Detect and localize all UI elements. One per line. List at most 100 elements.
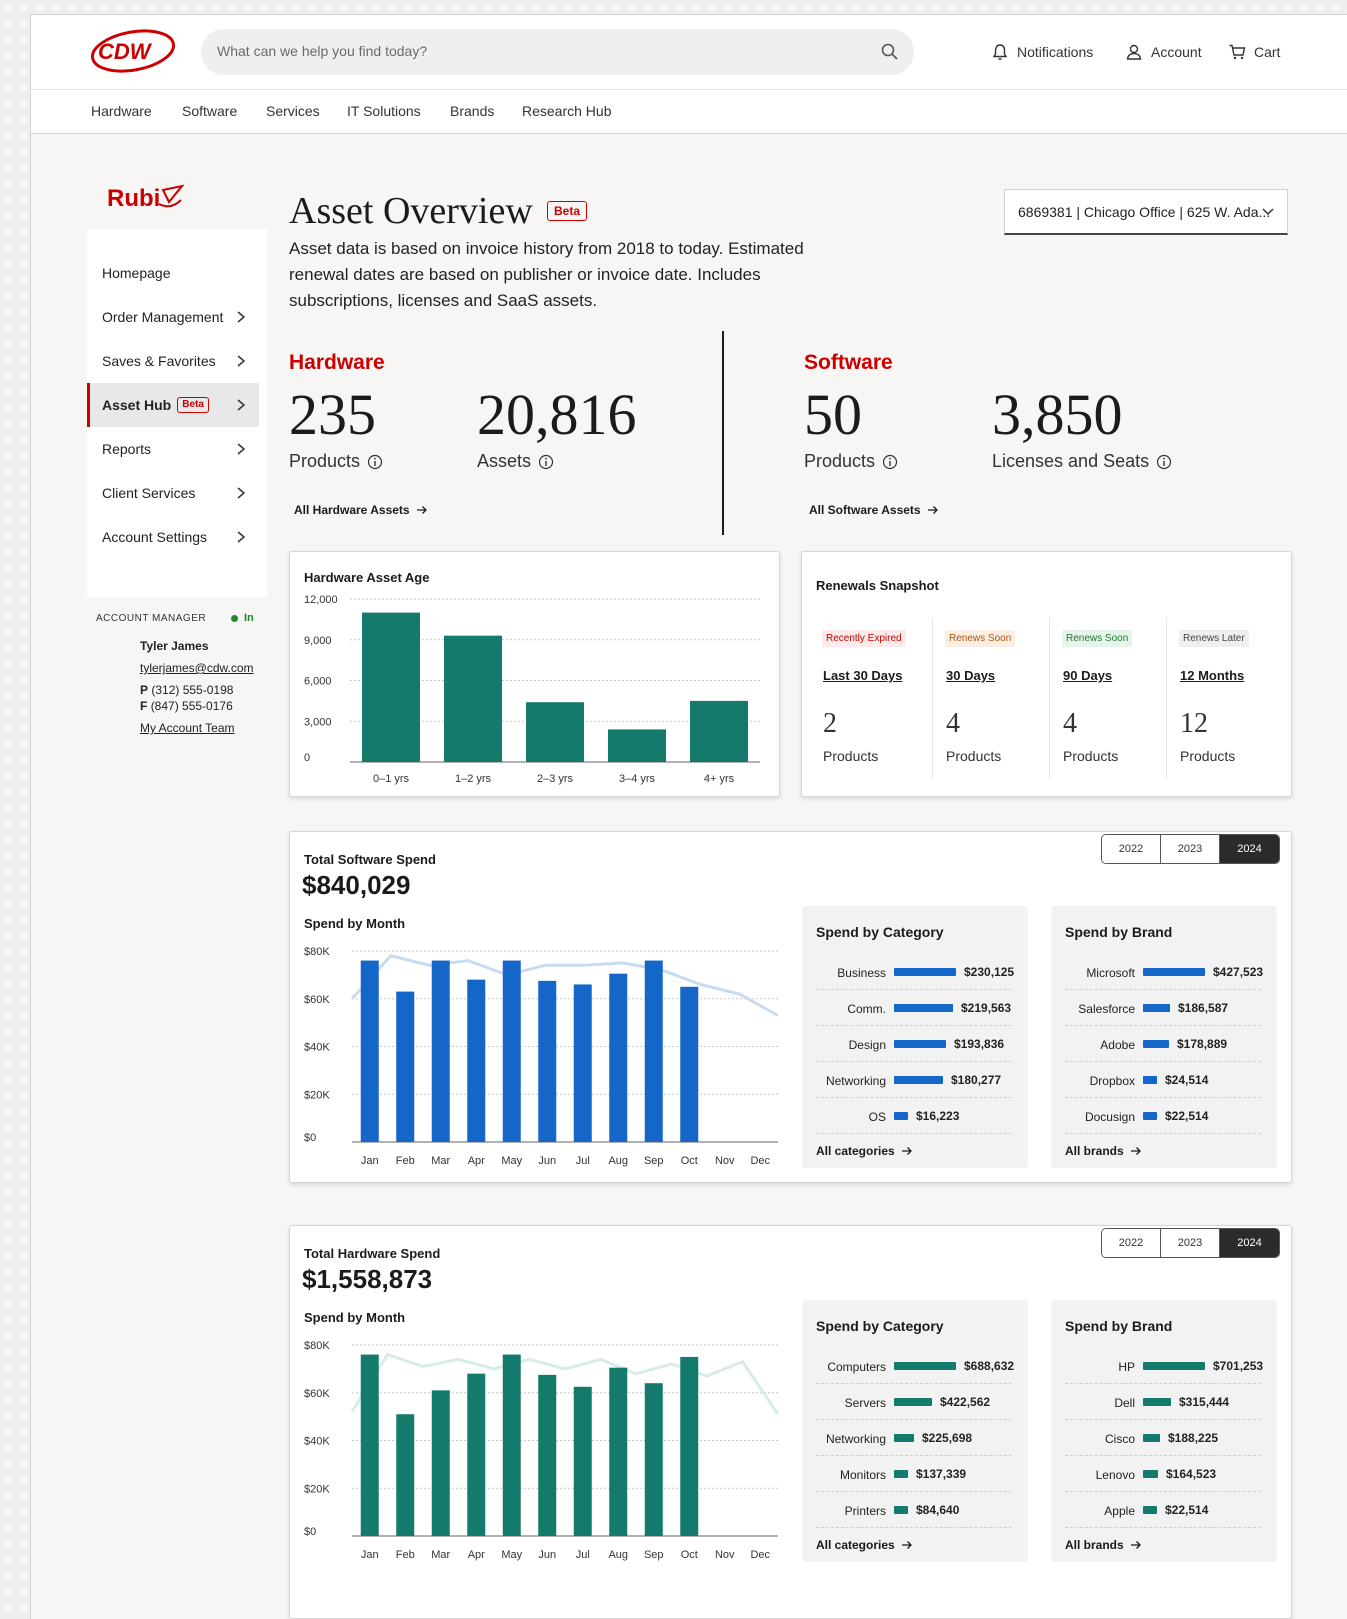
spend-row[interactable]: Computers $688,632 [816, 1348, 1015, 1384]
sidebar-item-asset-hub[interactable]: Asset Hub Beta [87, 383, 259, 427]
sidebar-item-saves-favorites[interactable]: Saves & Favorites [87, 339, 259, 383]
page-intro: Asset data is based on invoice history f… [289, 239, 804, 310]
info-icon[interactable] [367, 454, 383, 470]
renewal-col-12-months[interactable]: Renews Later 12 Months 12 Products [1179, 618, 1284, 778]
nav-hardware[interactable]: Hardware [91, 103, 152, 119]
spend-row[interactable]: Dell $315,444 [1065, 1384, 1261, 1420]
sidebar-item-label: Client Services [102, 485, 196, 501]
year-tab-2022[interactable]: 2022 [1102, 1229, 1161, 1257]
sidebar-menu: Homepage Order Management Saves & Favori… [87, 229, 267, 597]
chart-bar [609, 1367, 628, 1536]
chart-bar [396, 1414, 415, 1536]
spend-row[interactable]: Monitors $137,339 [816, 1456, 1012, 1492]
spend-row[interactable]: Servers $422,562 [816, 1384, 1012, 1420]
chart-bar [360, 960, 379, 1142]
software-spend-value: $840,029 [302, 870, 411, 900]
spend-row-label: Servers [844, 1396, 886, 1410]
chevron-right-icon [237, 487, 246, 499]
all-brands-link[interactable]: All brands [1065, 1538, 1142, 1552]
y-tick-label: 12,000 [304, 594, 338, 606]
manager-email-link[interactable]: tylerjames@cdw.com [140, 661, 254, 675]
sidebar-item-client-services[interactable]: Client Services [87, 471, 259, 515]
spend-row-bar [1143, 1398, 1171, 1406]
spend-row[interactable]: Comm. $219,563 [816, 990, 1012, 1026]
renewal-col-90-days[interactable]: Renews Soon 90 Days 4 Products [1062, 618, 1167, 778]
spend-row[interactable]: Docusign $22,514 [1065, 1098, 1261, 1134]
spend-row-bar [894, 1398, 932, 1406]
spend-row[interactable]: Salesforce $186,587 [1065, 990, 1261, 1026]
spend-row[interactable]: Printers $84,640 [816, 1492, 1012, 1528]
chart-bar [573, 984, 592, 1142]
spend-row[interactable]: Lenovo $164,523 [1065, 1456, 1261, 1492]
status-dot-icon [231, 614, 238, 622]
spend-row[interactable]: Cisco $188,225 [1065, 1420, 1261, 1456]
spend-row[interactable]: Dropbox $24,514 [1065, 1062, 1261, 1098]
x-tick-label: Dec [750, 1549, 770, 1561]
cdw-logo[interactable]: CDW [89, 27, 177, 75]
fax-number: (847) 555-0176 [150, 699, 233, 713]
account-link[interactable]: Account [1125, 43, 1202, 61]
x-tick-label: Jun [538, 1155, 556, 1167]
hardware-category-title: Spend by Category [816, 1318, 944, 1334]
all-categories-link[interactable]: All categories [816, 1144, 913, 1158]
spend-row[interactable]: Microsoft $427,523 [1065, 954, 1263, 990]
nav-it-solutions[interactable]: IT Solutions [347, 103, 421, 119]
search-input[interactable]: What can we help you find today? [217, 43, 427, 59]
rubi-logo[interactable]: Rubi [107, 180, 197, 214]
spend-row[interactable]: OS $16,223 [816, 1098, 1012, 1134]
spend-row-bar [1143, 968, 1205, 976]
office-select[interactable]: 6869381 | Chicago Office | 625 W. Ada... [1004, 189, 1288, 235]
spend-row-label: Microsoft [1086, 966, 1135, 980]
nav-research-hub[interactable]: Research Hub [522, 103, 612, 119]
info-icon[interactable] [1156, 454, 1172, 470]
renewal-period-link[interactable]: Last 30 Days [823, 668, 903, 683]
nav-brands[interactable]: Brands [450, 103, 494, 119]
spend-row[interactable]: HP $701,253 [1065, 1348, 1263, 1384]
year-tab-2023[interactable]: 2023 [1161, 835, 1220, 863]
renewal-period-link[interactable]: 30 Days [946, 668, 995, 683]
nav-services[interactable]: Services [266, 103, 320, 119]
spend-row[interactable]: Design $193,836 [816, 1026, 1012, 1062]
year-tab-2022[interactable]: 2022 [1102, 835, 1161, 863]
spend-row-value: $688,632 [964, 1359, 1015, 1373]
sidebar-item-order-management[interactable]: Order Management [87, 295, 259, 339]
year-tab-2024[interactable]: 2024 [1220, 1229, 1279, 1257]
all-brands-link[interactable]: All brands [1065, 1144, 1142, 1158]
all-categories-link[interactable]: All categories [816, 1538, 913, 1552]
nav-software[interactable]: Software [182, 103, 237, 119]
year-tab-2023[interactable]: 2023 [1161, 1229, 1220, 1257]
spend-row[interactable]: Networking $180,277 [816, 1062, 1012, 1098]
spend-row-value: $22,514 [1165, 1503, 1209, 1517]
chart-bar [644, 1383, 663, 1536]
search-icon[interactable] [880, 42, 900, 62]
renewal-period-link[interactable]: 90 Days [1063, 668, 1112, 683]
sidebar-item-account-settings[interactable]: Account Settings [87, 515, 259, 559]
cart-link[interactable]: Cart [1228, 43, 1280, 61]
sidebar-item-reports[interactable]: Reports [87, 427, 259, 471]
all-software-assets-link[interactable]: All Software Assets [809, 503, 939, 517]
spend-row[interactable]: Networking $225,698 [816, 1420, 1012, 1456]
manager-email[interactable]: tylerjames@cdw.com [140, 661, 254, 675]
notifications-link[interactable]: Notifications [991, 43, 1093, 61]
renewal-col-30-days[interactable]: Renews Soon 30 Days 4 Products [945, 618, 1050, 778]
arrow-right-icon [927, 506, 938, 514]
search-box[interactable]: What can we help you find today? [201, 29, 914, 75]
trend-line [350, 1352, 780, 1416]
hardware-section-title: Hardware [289, 351, 385, 374]
spend-row[interactable]: Business $230,125 [816, 954, 1014, 990]
x-tick-label: 1–2 yrs [455, 773, 492, 785]
x-tick-label: Sep [644, 1155, 664, 1167]
sidebar-item-homepage[interactable]: Homepage [87, 251, 259, 295]
renewal-col-expired[interactable]: Recently Expired Last 30 Days 2 Products [822, 618, 932, 778]
spend-row[interactable]: Adobe $178,889 [1065, 1026, 1261, 1062]
spend-row-label: Computers [827, 1360, 886, 1374]
my-account-team-link[interactable]: My Account Team [140, 721, 235, 735]
year-tab-2024[interactable]: 2024 [1220, 835, 1279, 863]
my-account-team-label[interactable]: My Account Team [140, 721, 235, 735]
info-icon[interactable] [538, 454, 554, 470]
spend-row[interactable]: Apple $22,514 [1065, 1492, 1261, 1528]
phone-prefix: P [140, 683, 149, 697]
info-icon[interactable] [882, 454, 898, 470]
renewal-period-link[interactable]: 12 Months [1180, 668, 1244, 683]
all-hardware-assets-link[interactable]: All Hardware Assets [294, 503, 428, 517]
